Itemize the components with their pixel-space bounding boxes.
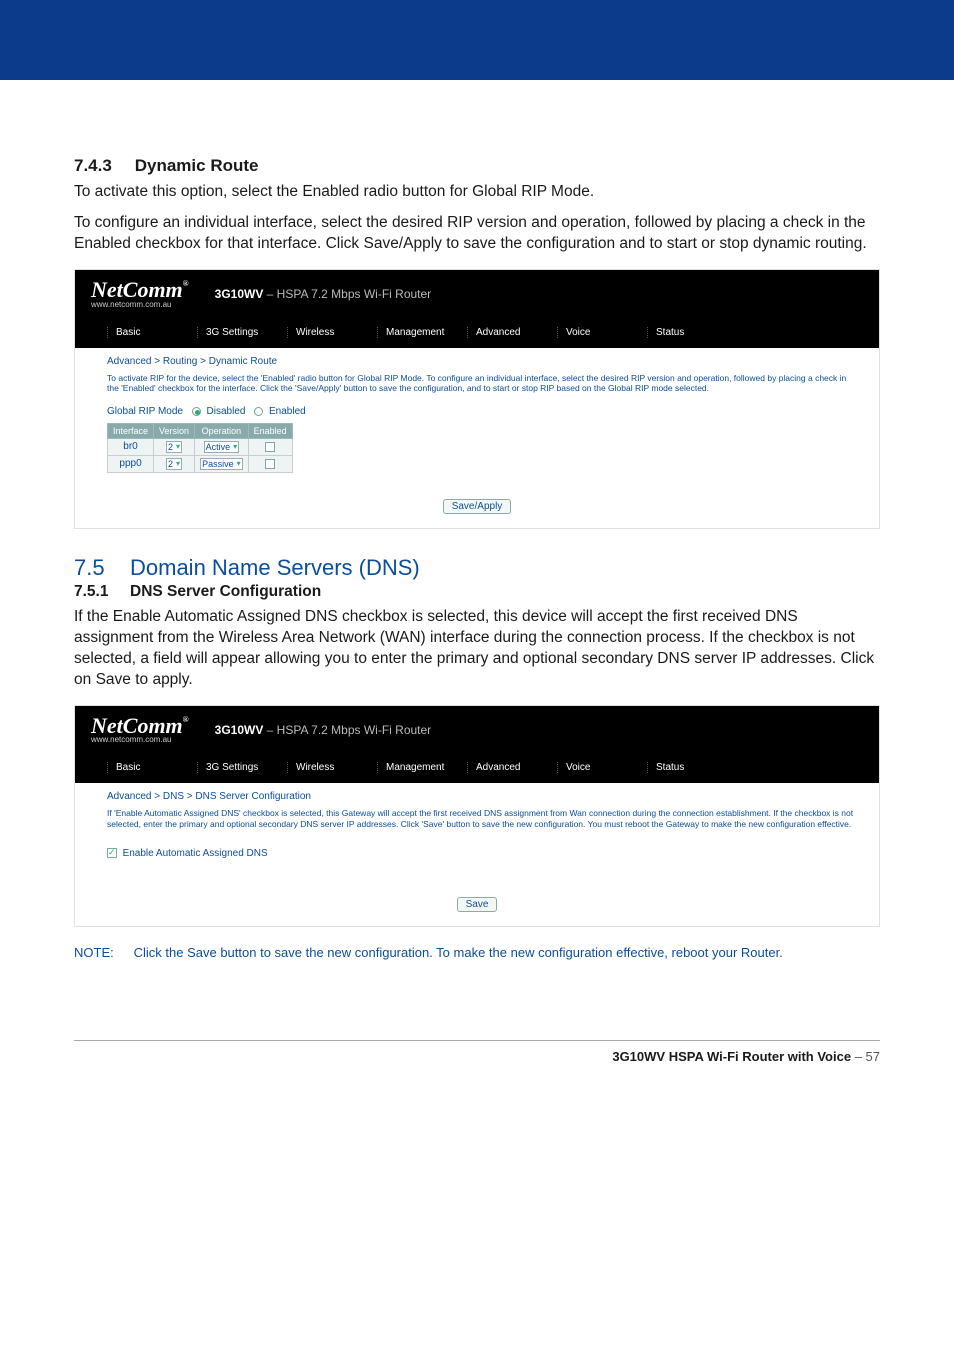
radio-enabled[interactable]	[254, 407, 263, 416]
table-row: ppp0 2▾ Passive▾	[108, 455, 293, 472]
model-rest: – HSPA 7.2 Mbps Wi-Fi Router	[263, 723, 431, 737]
router-header: NetComm® www.netcomm.com.au 3G10WV – HSP…	[75, 270, 879, 313]
logo-text: NetComm	[91, 713, 183, 738]
col-interface: Interface	[108, 423, 154, 438]
operation-select[interactable]: Active▾	[204, 441, 240, 453]
screenshot-description: To activate RIP for the device, select t…	[75, 371, 879, 402]
note-label: NOTE:	[74, 945, 130, 960]
nav-3g-settings[interactable]: 3G Settings	[197, 762, 287, 773]
save-apply-button[interactable]: Save/Apply	[443, 499, 512, 514]
version-value: 2	[168, 459, 173, 469]
note-text: Click the Save button to save the new co…	[134, 945, 783, 960]
nav-3g-settings[interactable]: 3G Settings	[197, 327, 287, 338]
heading-number: 7.5.1	[74, 583, 130, 601]
footer-page: – 57	[851, 1049, 880, 1064]
note: NOTE: Click the Save button to save the …	[74, 945, 880, 960]
version-select[interactable]: 2▾	[166, 441, 182, 453]
heading-text: DNS Server Configuration	[130, 583, 321, 600]
heading-7-5-1: 7.5.1DNS Server Configuration	[74, 583, 880, 601]
breadcrumb: Advanced > DNS > DNS Server Configuratio…	[75, 783, 879, 806]
logo-block: NetComm® www.netcomm.com.au	[91, 716, 189, 745]
radio-disabled[interactable]	[192, 407, 201, 416]
model-rest: – HSPA 7.2 Mbps Wi-Fi Router	[263, 287, 431, 301]
main-nav: Basic 3G Settings Wireless Management Ad…	[75, 748, 879, 783]
button-row: Save/Apply	[75, 489, 879, 528]
chevron-down-icon: ▾	[176, 442, 180, 451]
nav-wireless[interactable]: Wireless	[287, 327, 377, 338]
chevron-down-icon: ▾	[176, 459, 180, 468]
logo-text: NetComm	[91, 277, 183, 302]
chevron-down-icon: ▾	[237, 459, 241, 468]
auto-dns-checkbox[interactable]	[107, 848, 117, 858]
nav-management[interactable]: Management	[377, 327, 467, 338]
nav-basic[interactable]: Basic	[107, 762, 197, 773]
heading-number: 7.4.3	[74, 156, 130, 176]
logo-block: NetComm® www.netcomm.com.au	[91, 280, 189, 309]
nav-status[interactable]: Status	[647, 762, 737, 773]
page-content: 7.4.3 Dynamic Route To activate this opt…	[0, 80, 954, 980]
button-row: Save	[75, 887, 879, 926]
operation-select[interactable]: Passive▾	[200, 458, 243, 470]
main-nav: Basic 3G Settings Wireless Management Ad…	[75, 313, 879, 348]
heading-text: Domain Name Servers (DNS)	[130, 555, 420, 580]
para-activate: To activate this option, select the Enab…	[74, 182, 880, 203]
cell-iface: ppp0	[108, 455, 154, 472]
router-header: NetComm® www.netcomm.com.au 3G10WV – HSP…	[75, 706, 879, 749]
logo-mark: ®	[183, 715, 189, 724]
rip-table: Interface Version Operation Enabled br0 …	[107, 423, 293, 473]
col-version: Version	[154, 423, 195, 438]
footer-product: 3G10WV HSPA Wi-Fi Router with Voice	[612, 1049, 851, 1064]
top-bar	[0, 0, 954, 80]
col-operation: Operation	[195, 423, 249, 438]
model-bold: 3G10WV	[215, 723, 264, 737]
breadcrumb: Advanced > Routing > Dynamic Route	[75, 348, 879, 371]
screenshot-description: If 'Enable Automatic Assigned DNS' check…	[75, 806, 879, 837]
table-row: br0 2▾ Active▾	[108, 438, 293, 455]
nav-advanced[interactable]: Advanced	[467, 327, 557, 338]
para-dns-a: If the Enable Automatic Assigned DNS che…	[74, 608, 874, 688]
page-footer: 3G10WV HSPA Wi-Fi Router with Voice – 57	[74, 1040, 880, 1080]
nav-status[interactable]: Status	[647, 327, 737, 338]
enabled-checkbox[interactable]	[265, 442, 275, 452]
save-button[interactable]: Save	[457, 897, 498, 912]
operation-value: Active	[206, 442, 231, 452]
nav-wireless[interactable]: Wireless	[287, 762, 377, 773]
screenshot-dynamic-route: NetComm® www.netcomm.com.au 3G10WV – HSP…	[74, 269, 880, 529]
model-bold: 3G10WV	[215, 287, 264, 301]
heading-number: 7.5	[74, 555, 130, 581]
para-configure: To configure an individual interface, se…	[74, 213, 880, 255]
para-dns: If the Enable Automatic Assigned DNS che…	[74, 607, 880, 691]
operation-value: Passive	[202, 459, 234, 469]
cell-iface: br0	[108, 438, 154, 455]
para-dns-c: to apply.	[131, 671, 193, 688]
nav-voice[interactable]: Voice	[557, 762, 647, 773]
auto-dns-label: Enable Automatic Assigned DNS	[123, 848, 268, 859]
model-title: 3G10WV – HSPA 7.2 Mbps Wi-Fi Router	[215, 287, 432, 301]
version-select[interactable]: 2▾	[166, 458, 182, 470]
model-title: 3G10WV – HSPA 7.2 Mbps Wi-Fi Router	[215, 723, 432, 737]
enabled-checkbox[interactable]	[265, 459, 275, 469]
nav-voice[interactable]: Voice	[557, 327, 647, 338]
nav-advanced[interactable]: Advanced	[467, 762, 557, 773]
para-dns-save: Save	[96, 671, 131, 688]
nav-basic[interactable]: Basic	[107, 327, 197, 338]
screenshot-dns-config: NetComm® www.netcomm.com.au 3G10WV – HSP…	[74, 705, 880, 927]
radio-disabled-label: Disabled	[207, 406, 246, 417]
radio-enabled-label: Enabled	[269, 406, 306, 417]
heading-text: Dynamic Route	[135, 156, 259, 175]
checkbox-row: Enable Automatic Assigned DNS	[75, 838, 879, 887]
heading-7-4-3: 7.4.3 Dynamic Route	[74, 156, 880, 176]
version-value: 2	[168, 442, 173, 452]
global-rip-mode-label: Global RIP Mode	[107, 406, 183, 417]
nav-management[interactable]: Management	[377, 762, 467, 773]
chevron-down-icon: ▾	[233, 442, 237, 451]
col-enabled: Enabled	[248, 423, 292, 438]
screenshot-body: Global RIP Mode Disabled Enabled Interfa…	[75, 402, 879, 489]
heading-7-5: 7.5Domain Name Servers (DNS)	[74, 555, 880, 581]
logo-mark: ®	[183, 279, 189, 288]
